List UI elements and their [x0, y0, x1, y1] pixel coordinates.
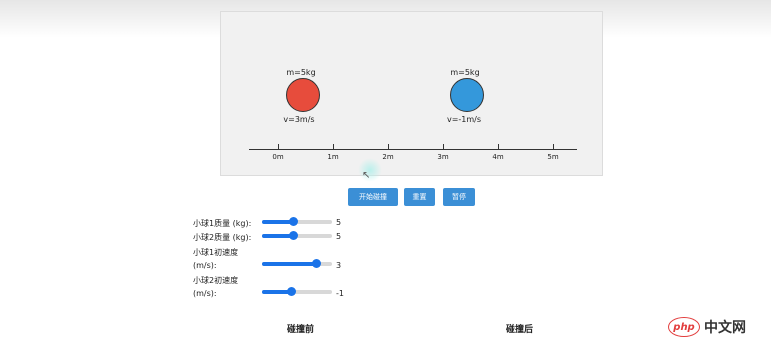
ball2-velocity-label: v=-1m/s [446, 115, 482, 124]
ball1-velocity-slider[interactable] [262, 259, 332, 268]
ball2-mass-label: 小球2质量 (kg): [193, 233, 252, 242]
axis-tick-label: 2m [382, 153, 394, 161]
start-collision-button[interactable]: 开始碰撞 [348, 188, 398, 206]
ball1-mass-value: 5 [336, 218, 342, 227]
ball2-mass-value: 5 [336, 232, 342, 241]
position-axis [249, 149, 577, 150]
simulation-canvas: m=5kg v=3m/s m=5kg v=-1m/s 0m 1m 2m 3m 4m 5m [220, 11, 603, 176]
ball1-velocity-unit: (m/s): [193, 261, 217, 270]
axis-tick [553, 144, 554, 150]
reset-button[interactable]: 重置 [404, 188, 435, 206]
mouse-pointer-icon: ↖ [362, 170, 371, 181]
axis-tick-label: 0m [272, 153, 284, 161]
axis-tick [498, 144, 499, 150]
after-collision-title: 碰撞后 [506, 325, 534, 335]
axis-tick-label: 4m [492, 153, 504, 161]
ball2-mass-label: m=5kg [450, 68, 480, 77]
axis-tick [278, 144, 279, 150]
ball2-mass-slider[interactable] [262, 231, 332, 240]
ball1-velocity-value: 3 [336, 261, 342, 270]
ball2 [450, 78, 484, 112]
ball1-mass-label: 小球1质量 (kg): [193, 219, 252, 228]
ball1-mass-label: m=5kg [286, 68, 316, 77]
pause-button[interactable]: 暂停 [443, 188, 475, 206]
php-logo: php [668, 317, 700, 337]
ball2-velocity-label: 小球2初速度 [193, 276, 239, 285]
ball1-mass-slider[interactable] [262, 217, 332, 226]
before-collision-title: 碰撞前 [287, 325, 315, 335]
axis-tick-label: 1m [327, 153, 339, 161]
ball1-velocity-label: v=3m/s [283, 115, 315, 124]
ball2-velocity-value: -1 [336, 289, 344, 298]
ball2-velocity-unit: (m/s): [193, 289, 217, 298]
ball1 [286, 78, 320, 112]
axis-tick [443, 144, 444, 150]
watermark: php 中文网 [658, 312, 771, 342]
axis-tick-label: 5m [547, 153, 559, 161]
axis-tick [333, 144, 334, 150]
watermark-text: 中文网 [704, 320, 746, 336]
axis-tick-label: 3m [437, 153, 449, 161]
ball1-velocity-label: 小球1初速度 [193, 248, 239, 257]
axis-tick [388, 144, 389, 150]
ball2-velocity-slider[interactable] [262, 287, 332, 296]
